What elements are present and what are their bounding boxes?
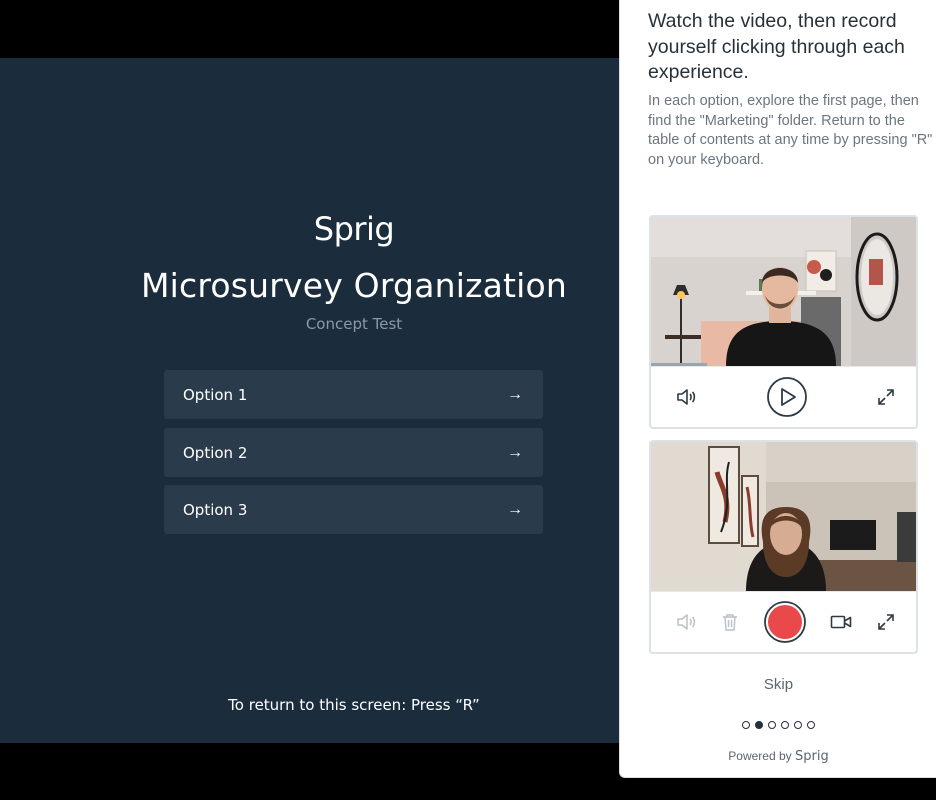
powered-by-label: Powered by <box>728 749 792 763</box>
screen: Sprig Microsurvey Organization Concept T… <box>0 0 936 800</box>
option-label: Option 3 <box>183 500 248 519</box>
return-hint: To return to this screen: Press “R” <box>228 696 480 714</box>
play-icon <box>766 377 807 417</box>
pagination-dots <box>620 721 936 729</box>
camera-icon[interactable] <box>830 613 852 631</box>
instruction-video[interactable] <box>651 217 916 366</box>
arrow-right-icon: → <box>507 385 523 403</box>
pagination-dot-active <box>755 721 763 729</box>
pagination-dot <box>742 721 750 729</box>
pagination-dot <box>807 721 815 729</box>
prototype-title: Microsurvey Organization <box>140 266 568 305</box>
webcam-preview <box>651 442 916 591</box>
prototype-logo-wrap: Sprig <box>0 210 708 248</box>
sprig-logo: Sprig <box>313 210 395 248</box>
expand-icon[interactable] <box>876 612 896 632</box>
pagination-dot <box>794 721 802 729</box>
video-frame-woman <box>651 442 916 591</box>
pagination-dot <box>781 721 789 729</box>
option-2-button[interactable]: Option 2 → <box>164 428 543 477</box>
instruction-video-card <box>649 215 918 429</box>
play-button[interactable] <box>766 376 808 418</box>
survey-panel: Watch the video, then record yourself cl… <box>619 0 936 778</box>
volume-icon[interactable] <box>675 386 697 408</box>
volume-icon[interactable] <box>675 611 697 633</box>
pagination-dot <box>768 721 776 729</box>
option-3-button[interactable]: Option 3 → <box>164 485 543 534</box>
sprig-brand-logo[interactable]: Sprig <box>795 749 829 764</box>
option-label: Option 2 <box>183 443 248 462</box>
video-frame-man <box>651 217 916 366</box>
prototype-screen: Sprig Microsurvey Organization Concept T… <box>0 58 620 743</box>
recording-controls <box>651 591 916 652</box>
arrow-right-icon: → <box>507 500 523 518</box>
trash-icon[interactable] <box>721 612 739 632</box>
panel-description: In each option, explore the first page, … <box>648 93 933 168</box>
option-1-button[interactable]: Option 1 → <box>164 370 543 419</box>
expand-icon[interactable] <box>876 387 896 407</box>
arrow-right-icon: → <box>507 443 523 461</box>
skip-button[interactable]: Skip <box>620 676 936 693</box>
recording-card <box>649 440 918 654</box>
record-button[interactable] <box>763 600 807 644</box>
option-label: Option 1 <box>183 385 248 404</box>
panel-title: Watch the video, then record yourself cl… <box>648 10 905 83</box>
prototype-subtitle: Concept Test <box>305 315 403 333</box>
powered-by: Powered by Sprig <box>620 749 936 764</box>
instruction-video-controls <box>651 366 916 427</box>
